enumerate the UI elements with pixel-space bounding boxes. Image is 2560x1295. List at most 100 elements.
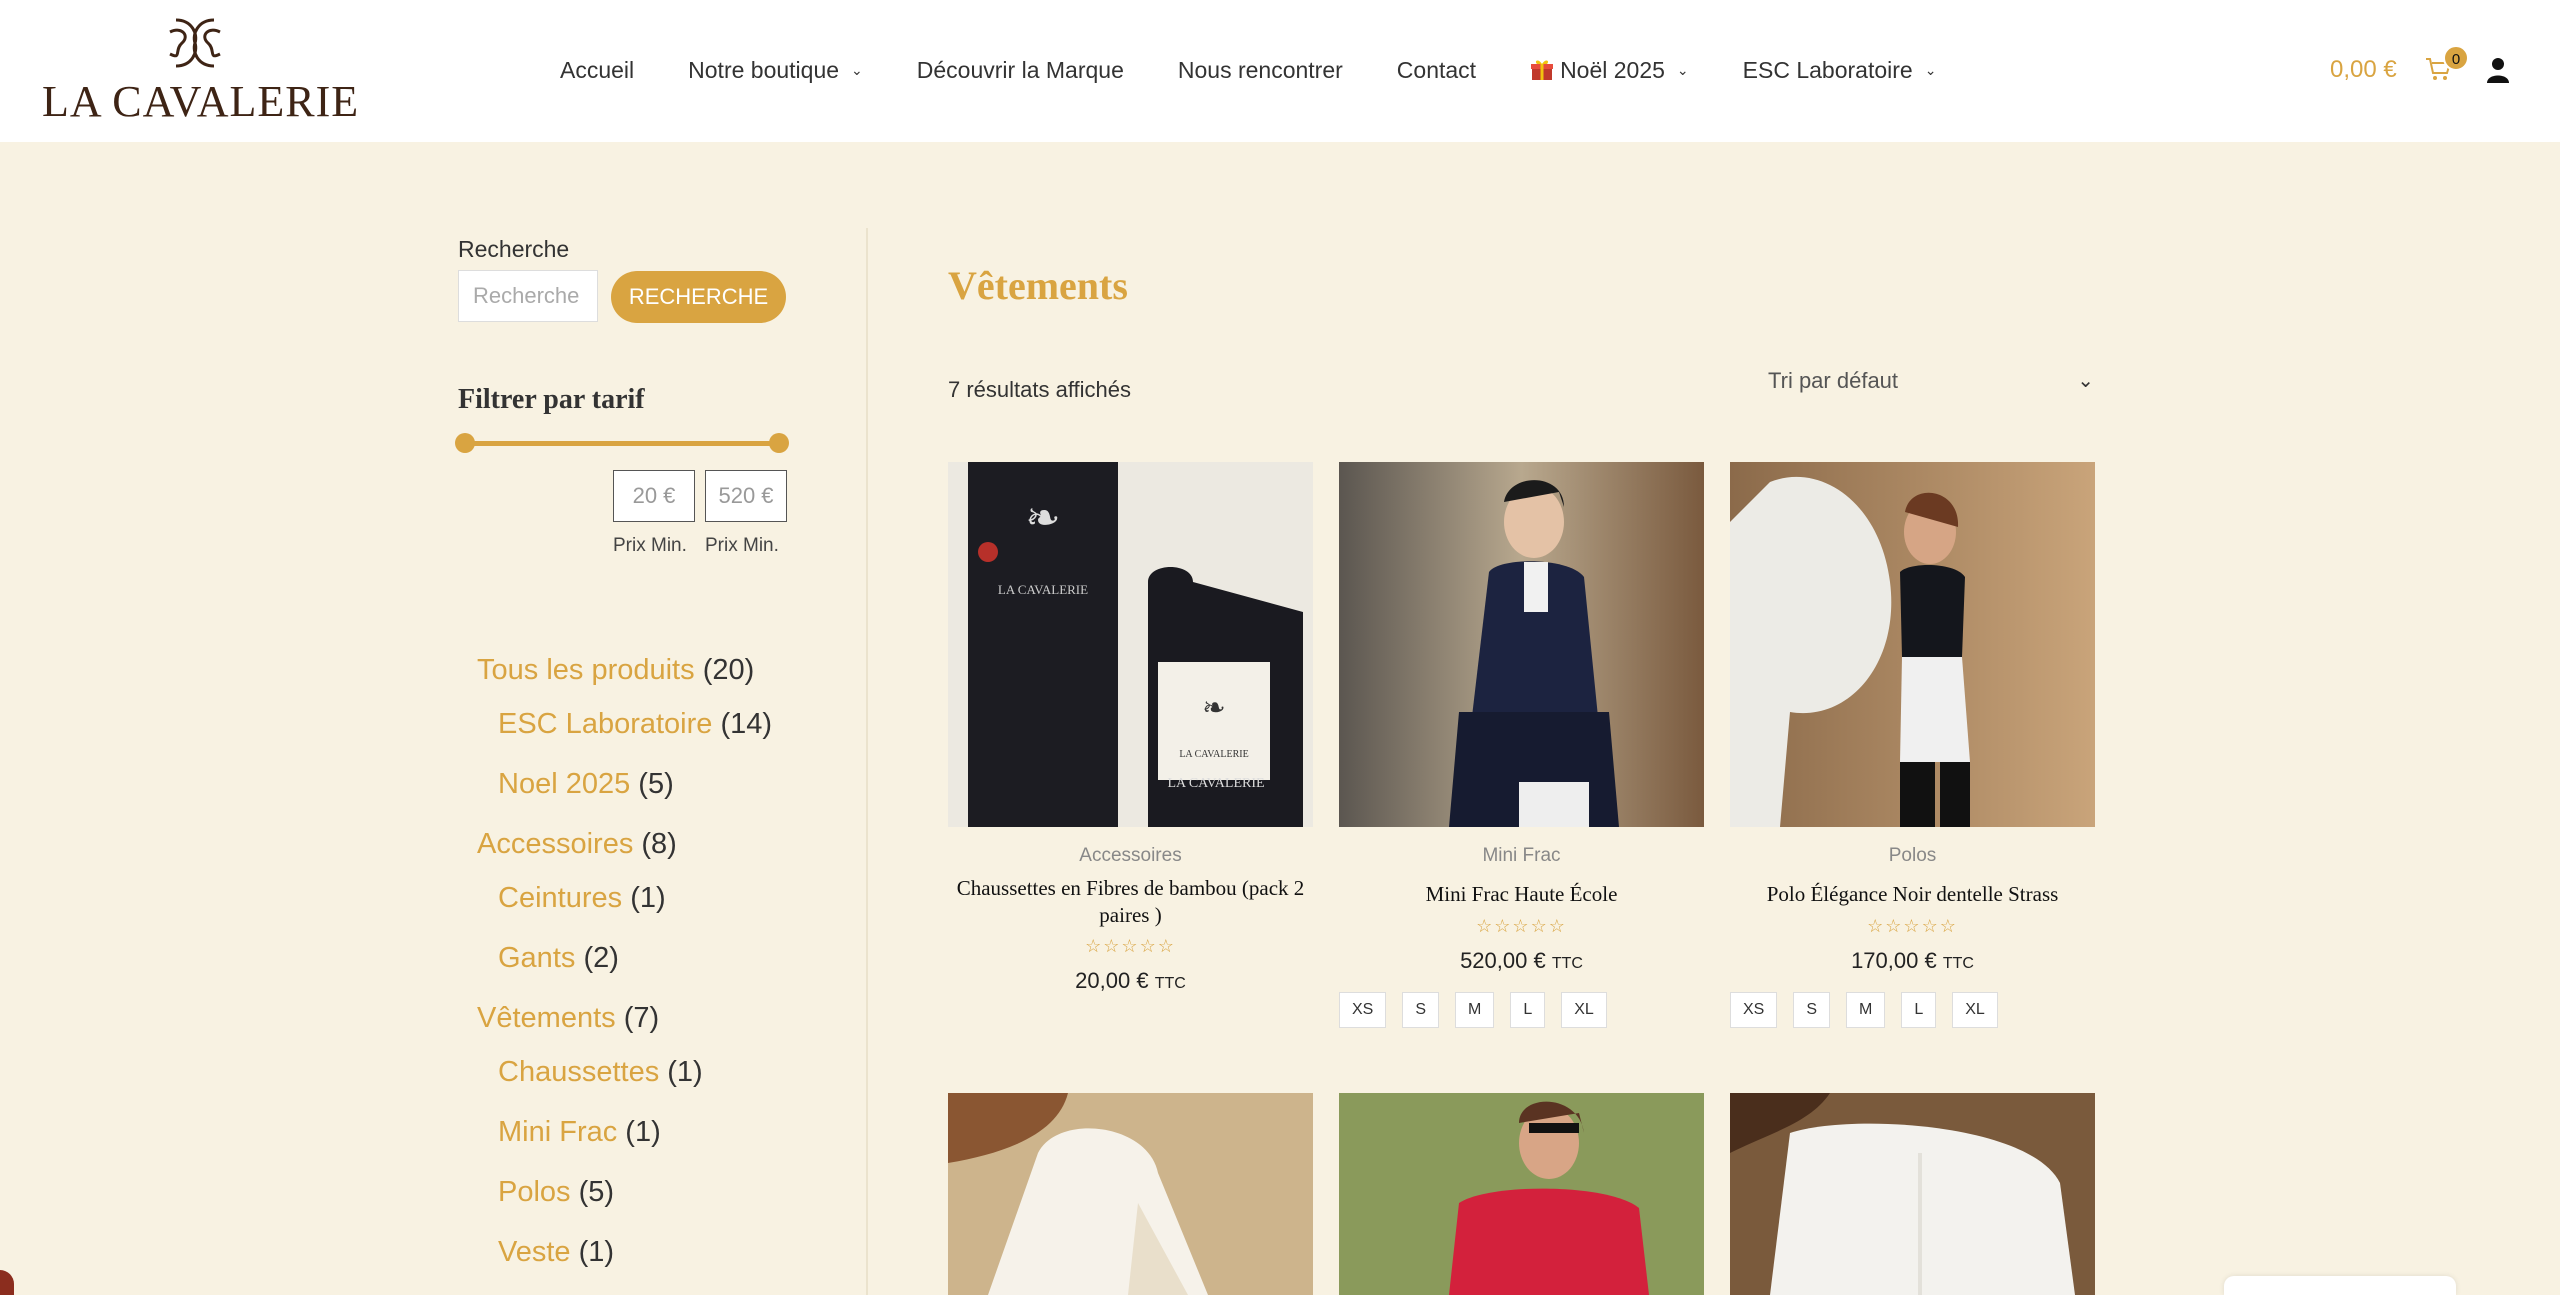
- category-link[interactable]: ESC Laboratoire: [498, 708, 712, 740]
- nav-item-marque[interactable]: Découvrir la Marque: [917, 57, 1124, 84]
- category-item[interactable]: Noel 2025 (5): [498, 768, 674, 801]
- nav-item-esc-laboratoire[interactable]: ESC Laboratoire ⌄: [1743, 57, 1937, 84]
- category-item[interactable]: Chaussettes (1): [498, 1056, 703, 1089]
- product-category[interactable]: Mini Frac: [1339, 845, 1704, 867]
- size-option[interactable]: S: [1402, 992, 1440, 1028]
- size-options: XS S M L XL: [1730, 992, 2014, 1028]
- nav-item-boutique[interactable]: Notre boutique ⌄: [688, 57, 863, 84]
- price-max-field[interactable]: 520 €: [705, 470, 787, 522]
- cart-total[interactable]: 0,00 €: [2330, 56, 2397, 84]
- product-photo-lace-top: [948, 1093, 1313, 1295]
- price-value: 20,00 €: [1075, 968, 1149, 993]
- svg-text:LA CAVALERIE: LA CAVALERIE: [1179, 749, 1248, 760]
- logo-text: LA CAVALERIE: [42, 77, 360, 126]
- category-link[interactable]: Tous les produits: [477, 654, 695, 686]
- price-slider-max-handle[interactable]: [769, 433, 789, 453]
- nav-label: Découvrir la Marque: [916, 56, 1124, 83]
- size-option[interactable]: XL: [1952, 992, 1998, 1028]
- category-link[interactable]: Vêtements: [477, 1002, 616, 1034]
- chevron-down-icon: ⌄: [2077, 370, 2094, 392]
- price-filter-title: Filtrer par tarif: [458, 384, 645, 415]
- category-link[interactable]: Veste: [498, 1236, 571, 1268]
- product-photo-polo: [1730, 462, 2095, 827]
- corner-widget[interactable]: [0, 1270, 14, 1295]
- product-photo-red-polo: [1339, 1093, 1704, 1295]
- category-link[interactable]: Polos: [498, 1176, 571, 1208]
- category-link[interactable]: Ceintures: [498, 882, 622, 914]
- svg-text:❧: ❧: [1025, 496, 1060, 542]
- product-category[interactable]: Accessoires: [948, 845, 1313, 867]
- product-name[interactable]: Mini Frac Haute École: [1339, 881, 1704, 908]
- price-value: 170,00 €: [1851, 948, 1937, 973]
- category-item[interactable]: Ceintures (1): [498, 882, 666, 915]
- category-item[interactable]: Accessoires (8): [477, 828, 677, 861]
- nav-item-rencontrer[interactable]: Nous rencontrer: [1178, 57, 1343, 84]
- sort-select-value: Tri par défaut: [1768, 368, 1899, 393]
- user-account-icon[interactable]: [2486, 57, 2510, 83]
- main-nav: Accueil Notre boutique ⌄ Découvrir la Mar…: [560, 52, 1990, 88]
- product-image[interactable]: ❧ LA CAVALERIE ❧ LA CAVALERIE LA CAVALER…: [948, 462, 1313, 827]
- category-count: (1): [630, 882, 666, 914]
- product-name[interactable]: Chaussettes en Fibres de bambou (pack 2 …: [948, 875, 1313, 929]
- category-item[interactable]: ESC Laboratoire (14): [498, 708, 772, 741]
- nav-label: Contact: [1396, 56, 1477, 83]
- search-input[interactable]: [458, 270, 598, 322]
- size-option[interactable]: L: [1510, 992, 1546, 1028]
- nav-item-accueil[interactable]: Accueil: [560, 57, 634, 84]
- price-min-label: Prix Min.: [613, 535, 687, 556]
- page-title: Vêtements: [948, 263, 1128, 308]
- product-photo-white-shirt: [1730, 1093, 2095, 1295]
- price-slider-min-handle[interactable]: [455, 433, 475, 453]
- logo-monogram-icon: [169, 18, 221, 68]
- price-suffix: TTC: [1551, 955, 1583, 972]
- size-option[interactable]: M: [1846, 992, 1886, 1028]
- nav-item-noel[interactable]: Noël 2025 ⌄: [1530, 57, 1689, 84]
- nav-label: ESC Laboratoire: [1742, 56, 1913, 83]
- product-image[interactable]: [1730, 1093, 2095, 1295]
- site-header: LA CAVALERIE Accueil Notre boutique ⌄ Déc…: [0, 0, 2560, 142]
- size-option[interactable]: XS: [1730, 992, 1778, 1028]
- chevron-down-icon: ⌄: [1676, 61, 1689, 78]
- chat-widget[interactable]: [2224, 1276, 2456, 1295]
- sort-select[interactable]: Tri par défaut ⌄: [1768, 368, 2094, 404]
- category-item[interactable]: Vêtements (7): [477, 1002, 659, 1035]
- nav-label: Notre boutique: [688, 56, 840, 83]
- size-option[interactable]: XL: [1561, 992, 1607, 1028]
- rating-stars: ☆☆☆☆☆: [1476, 916, 1567, 936]
- size-option[interactable]: L: [1901, 992, 1937, 1028]
- chevron-down-icon: ⌄: [1924, 61, 1937, 78]
- rating-stars: ☆☆☆☆☆: [1867, 916, 1958, 936]
- category-item[interactable]: Gants (2): [498, 942, 619, 975]
- category-link[interactable]: Noel 2025: [498, 768, 630, 800]
- search-button[interactable]: Recherche: [611, 271, 786, 323]
- category-item[interactable]: Veste (1): [498, 1236, 614, 1269]
- product-category[interactable]: Polos: [1730, 845, 2095, 867]
- svg-text:❧: ❧: [1202, 693, 1225, 724]
- category-item[interactable]: Polos (5): [498, 1176, 614, 1209]
- category-link[interactable]: Gants: [498, 942, 575, 974]
- product-image[interactable]: [1339, 1093, 1704, 1295]
- nav-label: Accueil: [560, 56, 635, 83]
- product-photo-mini-frac: [1339, 462, 1704, 827]
- category-link[interactable]: Mini Frac: [498, 1116, 617, 1148]
- product-image[interactable]: [1339, 462, 1704, 827]
- product-photo-socks: ❧ LA CAVALERIE ❧ LA CAVALERIE LA CAVALER…: [948, 462, 1313, 827]
- category-count: (8): [641, 828, 677, 860]
- size-option[interactable]: M: [1455, 992, 1495, 1028]
- product-name[interactable]: Polo Élégance Noir dentelle Strass: [1730, 881, 2095, 908]
- product-image[interactable]: [948, 1093, 1313, 1295]
- category-link[interactable]: Chaussettes: [498, 1056, 659, 1088]
- site-logo[interactable]: LA CAVALERIE: [42, 14, 360, 126]
- nav-label: Nous rencontrer: [1177, 56, 1343, 83]
- product-price: 520,00 € TTC: [1339, 948, 1704, 974]
- size-option[interactable]: S: [1793, 992, 1831, 1028]
- size-option[interactable]: XS: [1339, 992, 1387, 1028]
- product-image[interactable]: [1730, 462, 2095, 827]
- price-slider-track: [464, 441, 778, 446]
- nav-item-contact[interactable]: Contact: [1397, 57, 1476, 84]
- category-item[interactable]: Tous les produits (20): [477, 654, 754, 687]
- category-link[interactable]: Accessoires: [477, 828, 633, 860]
- price-min-field[interactable]: 20 €: [613, 470, 695, 522]
- category-item[interactable]: Mini Frac (1): [498, 1116, 661, 1149]
- search-label: Recherche: [458, 236, 570, 262]
